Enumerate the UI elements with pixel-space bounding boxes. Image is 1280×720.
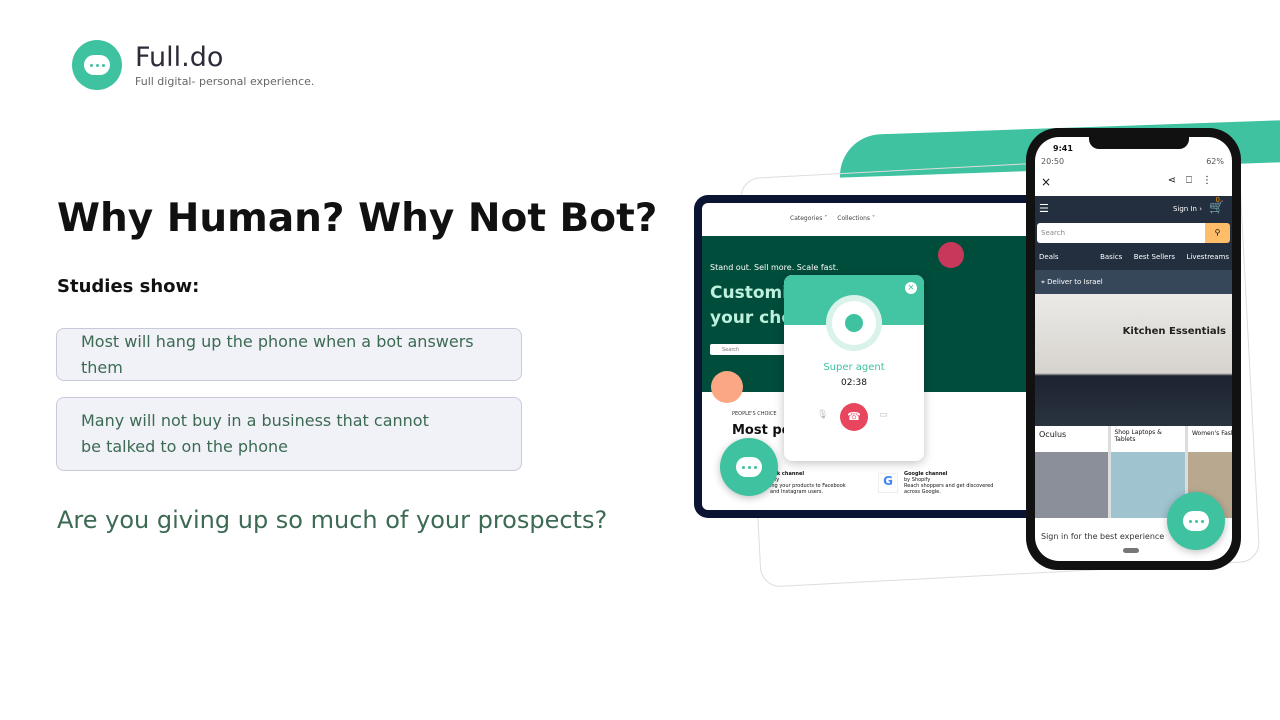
nav-livestreams[interactable]: Livestreams <box>1187 253 1229 261</box>
tablet-nav: Categories ˅ Collections ˅ <box>790 215 875 222</box>
agent-avatar <box>832 301 876 345</box>
chat-fab[interactable] <box>1167 492 1225 550</box>
hangup-button[interactable]: ☎ <box>840 403 868 431</box>
decor-dot <box>938 242 964 268</box>
fact-card: Most will hang up the phone when a bot a… <box>56 328 522 381</box>
call-timer: 02:38 <box>841 378 867 388</box>
phone-nav: Deals Basics Best Sellers Livestreams <box>1039 253 1229 261</box>
video-off-icon[interactable]: ▭ <box>879 410 888 420</box>
nav-basics[interactable]: Basics <box>1100 253 1122 261</box>
home-indicator[interactable] <box>1123 548 1139 553</box>
chat-fab[interactable] <box>720 438 778 496</box>
signin-banner[interactable]: Sign in for the best experience <box>1041 532 1164 541</box>
page-title: Why Human? Why Not Bot? <box>57 196 658 241</box>
headset-icon <box>845 314 863 332</box>
nav-deals[interactable]: Deals <box>1039 253 1059 261</box>
decor-dot <box>711 371 743 403</box>
chat-bubble-icon <box>84 55 110 75</box>
kitchen-banner[interactable]: Kitchen Essentials <box>1035 294 1232 426</box>
fact-text: Most will hang up the phone when a bot a… <box>81 331 474 377</box>
cart-icon[interactable]: 🛒 0 <box>1209 196 1224 214</box>
agent-name: Super agent <box>823 362 885 373</box>
nav-categories[interactable]: Categories ˅ <box>790 215 827 222</box>
close-icon[interactable]: × <box>1041 175 1051 189</box>
battery-level: 62% <box>1206 157 1224 166</box>
nav-best-sellers[interactable]: Best Sellers <box>1134 253 1175 261</box>
fb-channel[interactable]: ook channelpifying your products to Face… <box>770 471 850 495</box>
menu-icon[interactable]: ☰ <box>1039 202 1049 215</box>
question-text: Are you giving up so much of your prospe… <box>57 506 608 534</box>
search-icon[interactable]: ⚲ <box>1205 223 1230 243</box>
call-popup: × Super agent 02:38 🎙 ☎ ▭ <box>784 275 924 461</box>
hero-subtitle: Stand out. Sell more. Scale fast. <box>710 263 839 272</box>
brand-logo <box>72 40 122 90</box>
mic-off-icon[interactable]: 🎙 <box>817 410 828 420</box>
brand-tagline: Full digital- personal experience. <box>135 75 315 88</box>
google-channel[interactable]: Google channel by Shopify Reach shoppers a… <box>904 471 994 495</box>
close-icon[interactable]: × <box>905 282 917 294</box>
nav-collections[interactable]: Collections ˅ <box>837 215 875 222</box>
status-time: 9:41 <box>1053 144 1073 153</box>
notch <box>1089 137 1189 149</box>
tile-oculus[interactable]: Oculus <box>1035 426 1109 518</box>
phone-search[interactable]: Search <box>1037 223 1228 243</box>
browser-actions[interactable]: ⋖⎕⋮ <box>1168 175 1222 186</box>
peoples-choice: PEOPLE'S CHOICE <box>732 411 777 417</box>
google-icon: G <box>878 473 898 493</box>
studies-label: Studies show: <box>57 276 200 297</box>
tablet-search[interactable]: Search <box>710 344 790 355</box>
fact-text: Many will not buy in a business that can… <box>81 411 429 456</box>
fact-card: Many will not buy in a business that can… <box>56 397 522 471</box>
status-time2: 20:50 <box>1041 157 1065 166</box>
brand-name: Full.do <box>135 42 224 73</box>
sign-in-link[interactable]: Sign In › <box>1173 205 1202 213</box>
deliver-to[interactable]: ⌖ Deliver to Israel <box>1035 270 1232 294</box>
